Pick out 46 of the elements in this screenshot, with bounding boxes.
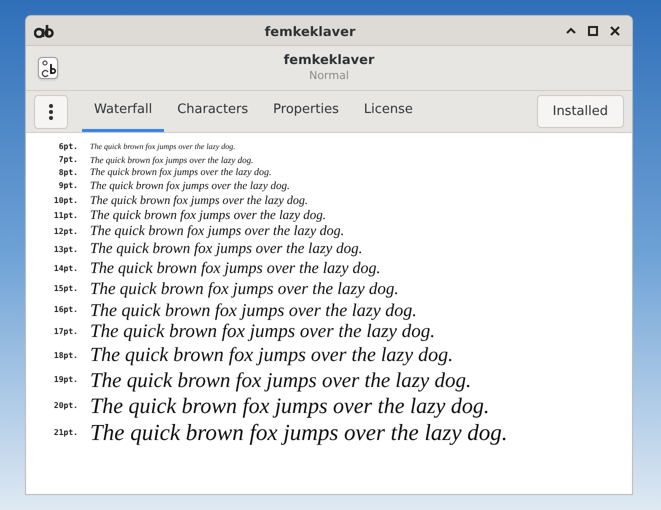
sample-text: The quick brown fox jumps over the lazy dog. [90,279,399,299]
sample-text: The quick brown fox jumps over the lazy dog. [90,142,236,152]
size-label: 21pt. [52,426,78,439]
font-icon [38,57,58,79]
size-label: 12pt. [52,226,78,238]
installed-button[interactable]: Installed [536,95,624,128]
size-label: 10pt. [52,194,78,207]
size-label: 18pt. [52,350,78,362]
close-icon[interactable] [610,26,620,36]
size-label: 14pt. [52,262,78,275]
tab[interactable]: Properties [261,91,351,132]
menu-icon [49,104,53,120]
sample-text: The quick brown fox jumps over the lazy dog. [90,224,344,240]
menu-button[interactable] [34,94,68,128]
sample-text: The quick brown fox jumps over the lazy dog. [90,167,272,179]
maximize-icon[interactable] [588,26,598,36]
font-style: Normal [309,69,349,83]
sample-text: The quick brown fox jumps over the lazy dog. [90,208,326,224]
size-label: 15pt. [52,282,78,295]
sample-text: The quick brown fox jumps over the lazy dog. [90,180,290,193]
size-label: 6pt. [58,141,78,153]
sample-text: The quick brown fox jumps over the lazy dog. [90,420,508,446]
tab[interactable]: License [352,91,425,132]
chevron-up-icon[interactable] [566,27,576,34]
sample-text: The quick brown fox jumps over the lazy dog. [90,300,417,320]
size-label: 7pt. [58,154,78,166]
sample-text: The quick brown fox jumps over the lazy dog. [90,321,435,344]
size-label: 11pt. [52,210,78,222]
size-label: 13pt. [52,244,78,256]
size-label: 8pt. [58,167,78,179]
size-label: 20pt. [52,400,78,412]
sample-text: The quick brown fox jumps over the lazy dog. [90,368,472,392]
app-logo-icon [34,24,54,38]
size-label: 16pt. [52,304,78,316]
sample-text: The quick brown fox jumps over the lazy dog. [90,260,380,278]
size-label: 9pt. [58,180,78,192]
font-title: femkeklaver [284,53,374,70]
sample-text: The quick brown fox jumps over the lazy dog. [90,194,308,208]
tab[interactable]: Characters [165,91,260,132]
sample-text: The quick brown fox jumps over the lazy dog. [90,344,454,368]
size-label: 19pt. [52,374,78,386]
size-label: 17pt. [52,326,78,338]
window-title: femkeklaver [264,24,356,40]
sample-text: The quick brown fox jumps over the lazy dog. [90,241,362,259]
sample-text: The quick brown fox jumps over the lazy dog. [90,154,254,166]
sample-text: The quick brown fox jumps over the lazy dog. [90,393,490,419]
